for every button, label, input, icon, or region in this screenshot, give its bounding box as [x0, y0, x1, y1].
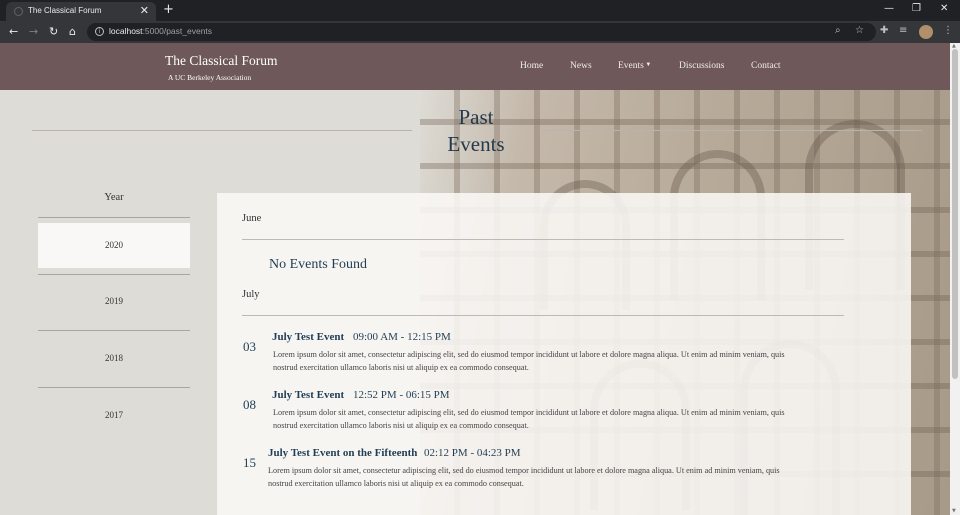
- event-day: 15: [243, 455, 256, 470]
- reload-icon[interactable]: ↻: [49, 25, 58, 38]
- site-navbar: The Classical Forum A UC Berkeley Associ…: [0, 43, 950, 90]
- month-heading-july: July: [242, 289, 260, 300]
- title-divider-left: [32, 130, 412, 131]
- page-title: Past Events: [426, 104, 526, 158]
- info-icon[interactable]: i: [95, 27, 104, 36]
- year-item-2019[interactable]: 2019: [38, 279, 190, 324]
- no-events-message: No Events Found: [269, 257, 367, 272]
- event-description-line: nostrud exercitation ullamco laboris nis…: [268, 479, 524, 488]
- nav-home[interactable]: Home: [520, 61, 543, 71]
- page-content: Past Events Year 2020 2019 2018 2017 Jun…: [0, 90, 950, 515]
- nav-discussions[interactable]: Discussions: [679, 61, 724, 71]
- event-description-line: Lorem ipsum dolor sit amet, consectetur …: [268, 466, 780, 475]
- menu-icon[interactable]: ⋮: [943, 25, 953, 36]
- year-item-2018[interactable]: 2018: [38, 336, 190, 381]
- globe-icon: [14, 7, 23, 16]
- back-icon[interactable]: ←: [9, 25, 18, 38]
- event-description: Lorem ipsum dolor sit amet, consectetur …: [273, 406, 848, 432]
- page-title-line1: Past: [458, 105, 494, 129]
- url-host: localhost: [109, 26, 143, 36]
- avatar[interactable]: [919, 25, 933, 39]
- url-path: :5000/past_events: [142, 26, 213, 36]
- divider: [38, 387, 190, 388]
- event-day: 03: [243, 339, 256, 354]
- browser-toolbar: ← → ↻ ⌂ i localhost:5000/past_events ⌕ ☆…: [0, 21, 960, 43]
- event-description-line: Lorem ipsum dolor sit amet, consectetur …: [273, 408, 785, 417]
- year-heading: Year: [104, 192, 124, 203]
- close-window-button[interactable]: ✕: [940, 3, 948, 14]
- event-time: 02:12 PM - 04:23 PM: [424, 447, 521, 459]
- nav-contact[interactable]: Contact: [751, 61, 781, 71]
- tab-title: The Classical Forum: [28, 6, 102, 15]
- event-time: 09:00 AM - 12:15 PM: [353, 331, 451, 343]
- month-heading-june: June: [242, 213, 262, 224]
- forward-icon[interactable]: →: [29, 25, 38, 38]
- page-scrollbar[interactable]: ▲ ▼: [950, 43, 960, 515]
- site-brand[interactable]: The Classical Forum: [165, 53, 277, 69]
- new-tab-button[interactable]: +: [163, 2, 174, 17]
- nav-events-label: Events: [618, 61, 644, 71]
- year-item-2020[interactable]: 2020: [38, 223, 190, 268]
- event-description: Lorem ipsum dolor sit amet, consectetur …: [268, 464, 843, 490]
- event-day: 08: [243, 397, 256, 412]
- extensions-icon[interactable]: ✚: [880, 25, 888, 36]
- event-description-line: nostrud exercitation ullamco laboris nis…: [273, 421, 529, 430]
- nav-events[interactable]: Events ▼: [618, 61, 651, 71]
- page-title-line2: Events: [447, 132, 505, 156]
- divider: [38, 217, 190, 218]
- divider: [242, 239, 844, 240]
- close-tab-icon[interactable]: ✕: [140, 4, 149, 17]
- home-icon[interactable]: ⌂: [69, 25, 76, 38]
- zoom-icon[interactable]: ⌕: [835, 25, 841, 36]
- event-description: Lorem ipsum dolor sit amet, consectetur …: [273, 348, 848, 374]
- caret-down-icon: ▼: [643, 62, 652, 68]
- year-item-2017[interactable]: 2017: [38, 393, 190, 438]
- divider: [38, 274, 190, 275]
- browser-tab[interactable]: The Classical Forum ✕: [6, 2, 156, 21]
- events-panel: June No Events Found July 03 July Test E…: [217, 193, 911, 515]
- event-time: 12:52 PM - 06:15 PM: [353, 389, 450, 401]
- event-title[interactable]: July Test Event: [272, 389, 344, 401]
- browser-tab-strip: The Classical Forum ✕ + — ❐ ✕: [0, 0, 960, 21]
- star-icon[interactable]: ☆: [855, 25, 864, 36]
- divider: [38, 330, 190, 331]
- restore-button[interactable]: ❐: [912, 3, 921, 14]
- minimize-button[interactable]: —: [884, 3, 894, 14]
- address-bar[interactable]: i localhost:5000/past_events ⌕ ☆: [87, 23, 876, 41]
- nav-news[interactable]: News: [570, 61, 592, 71]
- url-text: localhost:5000/past_events: [109, 26, 212, 36]
- title-divider-right: [542, 130, 922, 131]
- divider: [242, 315, 844, 316]
- event-description-line: Lorem ipsum dolor sit amet, consectetur …: [273, 350, 785, 359]
- media-icon[interactable]: ≡: [899, 25, 907, 36]
- scroll-down-icon[interactable]: ▼: [952, 508, 956, 514]
- scroll-thumb[interactable]: [952, 49, 958, 379]
- event-title[interactable]: July Test Event on the Fifteenth: [268, 447, 417, 459]
- event-title[interactable]: July Test Event: [272, 331, 344, 343]
- event-description-line: nostrud exercitation ullamco laboris nis…: [273, 363, 529, 372]
- site-subtitle: A UC Berkeley Association: [168, 73, 252, 82]
